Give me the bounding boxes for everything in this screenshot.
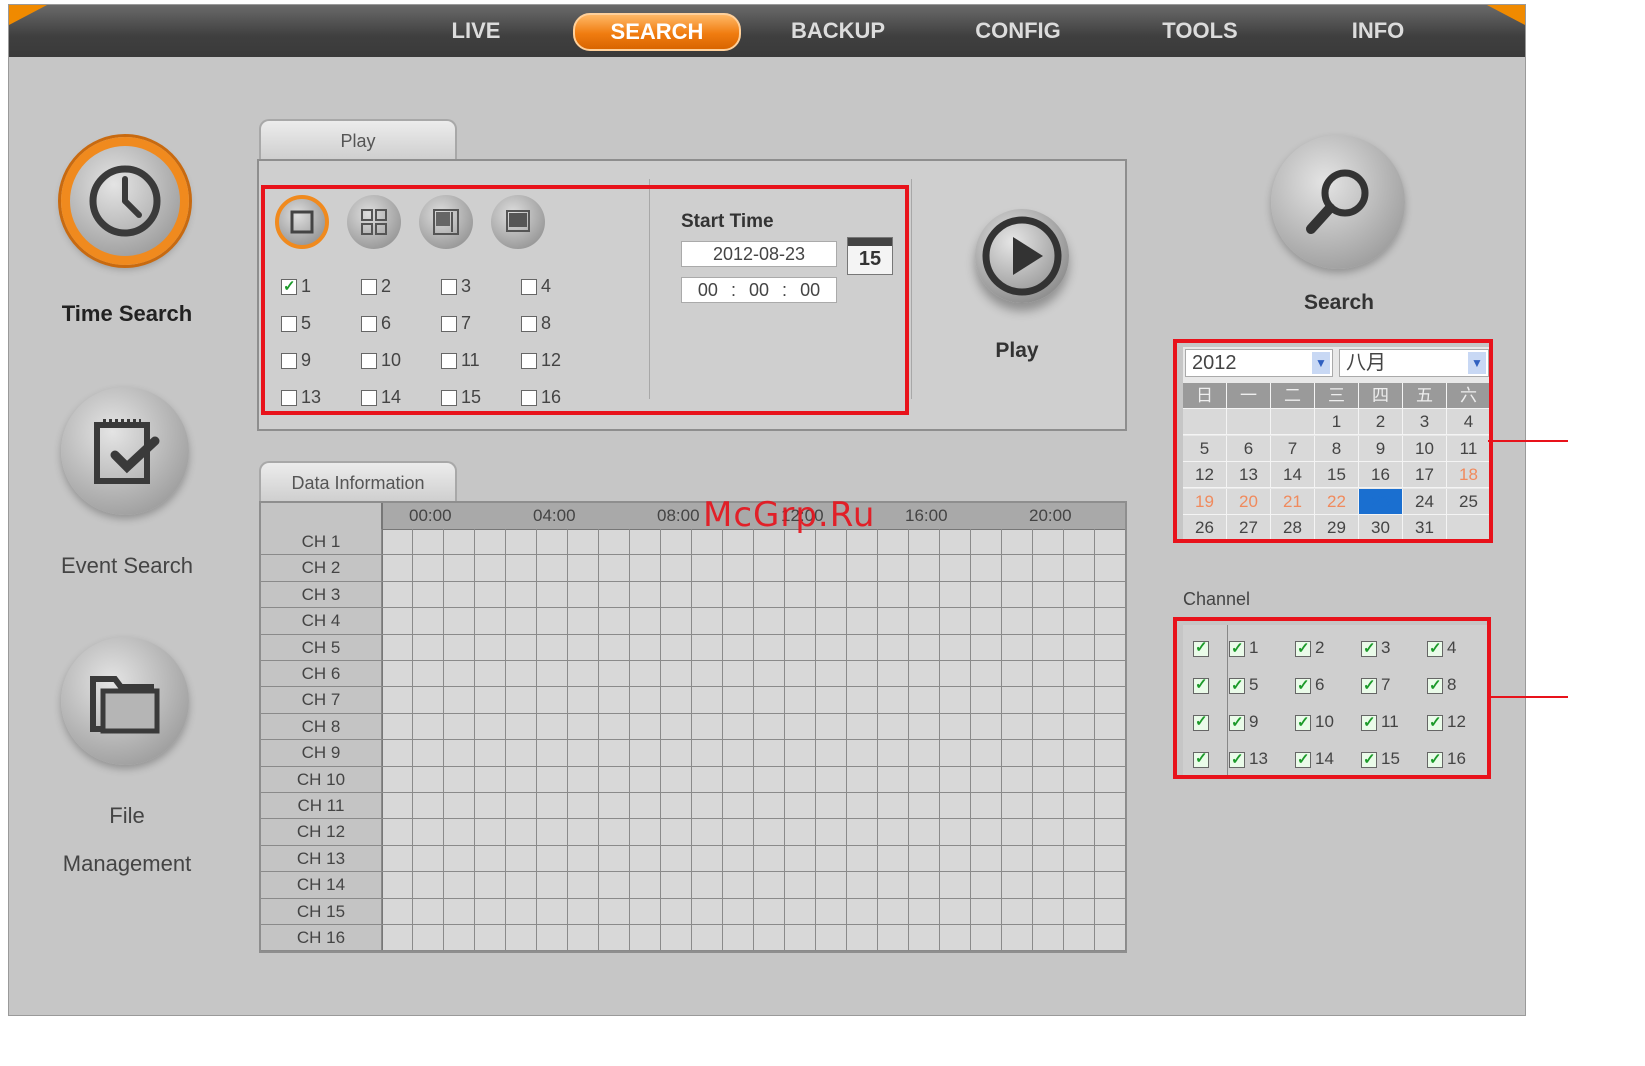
magnifier-icon <box>1306 169 1369 234</box>
channel-row-label: CH 10 <box>261 766 381 793</box>
grid-column-line <box>567 529 568 952</box>
nav-tab-live[interactable]: LIVE <box>401 5 551 57</box>
channel-row-label: CH 8 <box>261 713 381 741</box>
search-label: Search <box>1303 291 1375 314</box>
grid-column-line <box>784 529 785 952</box>
timeline-grid[interactable]: 00:00 04:00 08:00 12:00 16:00 20:00 CH 1 CH 2 CH… <box>259 501 1127 953</box>
grid-column-line <box>1032 529 1033 952</box>
grid-column-line <box>939 529 940 952</box>
channel-row-label: CH 2 <box>261 555 381 582</box>
tab-data-information[interactable]: Data Information <box>259 461 457 501</box>
file-management-button[interactable] <box>61 637 189 765</box>
grid-column-line <box>1094 529 1095 952</box>
nav-tab-info[interactable]: INFO <box>1303 5 1453 57</box>
grid-column-line <box>722 529 723 952</box>
grid-column-line <box>815 529 816 952</box>
grid-column-line <box>536 529 537 952</box>
highlight-box-calendar <box>1173 339 1493 543</box>
grid-column-line <box>598 529 599 952</box>
grid-column-line <box>970 529 971 952</box>
divider <box>911 179 912 399</box>
time-search-label: Time Search <box>61 301 193 326</box>
time-mark-label: 00:00 <box>409 506 452 525</box>
time-mark-label: 20:00 <box>1029 506 1072 525</box>
nav-tab-backup[interactable]: BACKUP <box>763 5 913 57</box>
channel-row-label: CH 16 <box>261 925 381 952</box>
channel-row-label: CH 5 <box>261 634 381 661</box>
nav-tab-search[interactable]: SEARCH <box>573 13 741 51</box>
play-label: Play <box>995 339 1039 362</box>
time-mark-label: 08:00 <box>657 506 700 525</box>
play-button[interactable] <box>975 209 1069 303</box>
nav-tab-tools[interactable]: TOOLS <box>1125 5 1275 57</box>
file-management-label-1: File <box>109 803 145 828</box>
callout-line <box>1488 440 1568 442</box>
event-search-label: Event Search <box>60 553 194 578</box>
corner-accent-left <box>9 5 47 25</box>
callout-line <box>1488 696 1568 698</box>
event-search-button[interactable] <box>61 387 189 515</box>
clock-icon <box>89 165 161 237</box>
corner-accent-right <box>1487 5 1525 25</box>
time-search-button[interactable] <box>61 137 189 265</box>
calendar-check-icon <box>94 419 160 484</box>
grid-column-line <box>753 529 754 952</box>
highlight-box-play <box>261 185 909 415</box>
channel-row-label: CH 4 <box>261 608 381 635</box>
highlight-box-channel <box>1173 617 1491 779</box>
play-icon <box>982 216 1062 296</box>
search-button[interactable] <box>1271 135 1405 269</box>
grid-column-line <box>443 529 444 952</box>
channel-row-label: CH 11 <box>261 793 381 820</box>
grid-column-line <box>381 529 382 952</box>
grid-column-line <box>691 529 692 952</box>
grid-column-line <box>877 529 878 952</box>
channel-row-label: CH 9 <box>261 740 381 767</box>
grid-column-line <box>846 529 847 952</box>
grid-column-line <box>505 529 506 952</box>
file-management-label-2: Management <box>62 851 192 876</box>
grid-column-line <box>629 529 630 952</box>
tab-play[interactable]: Play <box>259 119 457 159</box>
channel-row-label: CH 13 <box>261 845 381 873</box>
grid-column-line <box>1063 529 1064 952</box>
grid-column-line <box>1001 529 1002 952</box>
channel-label: Channel <box>1183 589 1251 609</box>
grid-column-line <box>474 529 475 952</box>
grid-column-line <box>1125 529 1126 952</box>
channel-row-label: CH 3 <box>261 581 381 609</box>
channel-row-label: CH 1 <box>261 529 381 556</box>
nav-tab-config[interactable]: CONFIG <box>943 5 1093 57</box>
grid-column-line <box>660 529 661 952</box>
channel-row-label: CH 12 <box>261 819 381 846</box>
dvr-window: LIVE SEARCH BACKUP CONFIG TOOLS INFO Tim… <box>8 4 1526 1016</box>
time-mark-label: 04:00 <box>533 506 576 525</box>
grid-column-line <box>412 529 413 952</box>
watermark: McGrp.Ru <box>703 495 876 535</box>
time-mark-label: 16:00 <box>905 506 948 525</box>
grid-column-line <box>908 529 909 952</box>
channel-row-label: CH 7 <box>261 687 381 714</box>
channel-row-label: CH 14 <box>261 872 381 899</box>
channel-row-label: CH 15 <box>261 898 381 925</box>
channel-row-label: CH 6 <box>261 661 381 688</box>
top-nav-bar: LIVE SEARCH BACKUP CONFIG TOOLS INFO <box>9 5 1525 57</box>
folder-icon <box>90 676 160 734</box>
